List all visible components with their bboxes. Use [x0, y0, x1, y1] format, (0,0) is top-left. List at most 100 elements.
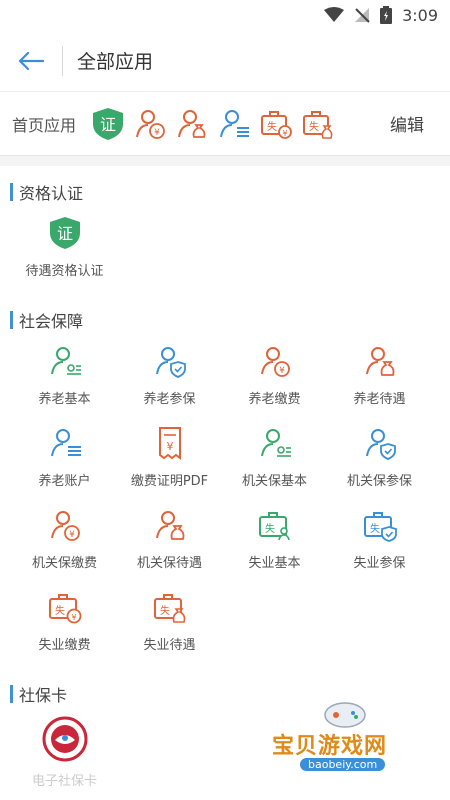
app-grid: 养老基本 养老参保 ¥ 养老缴费 养老待遇 养老账户 ¥ 缴费证明PDF 机关保… [0, 332, 450, 660]
app-tile-pension-pay[interactable]: ¥ 养老缴费 [222, 332, 327, 414]
back-arrow-icon [18, 51, 44, 70]
watermark-url: baobeiy.com [300, 758, 386, 771]
status-bar: 3:09 [0, 0, 450, 30]
clock: 3:09 [402, 5, 438, 25]
app-tile-agency-basic[interactable]: 机关保基本 [222, 414, 327, 496]
app-tile-label: 失业待遇 [143, 638, 196, 653]
wifi-icon [324, 7, 345, 22]
svg-text:证: 证 [56, 224, 72, 243]
section-accent-bar [10, 183, 13, 201]
home-app-pension-pay[interactable]: ¥ [132, 106, 168, 142]
svg-text:¥: ¥ [154, 128, 160, 138]
app-tile-label: 养老待遇 [353, 392, 406, 407]
gamepad-logo-icon [324, 702, 366, 728]
no-signal-icon [355, 8, 370, 23]
app-tile-label: 养老账户 [38, 474, 91, 489]
person-basic-icon [260, 429, 291, 457]
home-apps-label: 首页应用 [12, 115, 77, 135]
section-accent-bar [10, 311, 13, 329]
home-app-unemp-pay[interactable]: 失 ¥ [258, 106, 294, 142]
svg-text:失: 失 [265, 522, 275, 535]
app-tile-label: 机关保参保 [346, 474, 412, 489]
home-app-cert[interactable]: 证 [90, 106, 126, 142]
app-tile-agency-insure[interactable]: 机关保参保 [327, 414, 432, 496]
person-moneybag-icon [365, 347, 394, 376]
home-app-unemp-benefit[interactable]: 失 [300, 106, 336, 142]
person-list-icon [220, 109, 250, 137]
briefcase-moneybag-icon: 失 [153, 594, 185, 623]
app-grid: 电子社保卡 [0, 706, 120, 789]
section-title: 资格认证 [19, 184, 84, 203]
home-app-pension-account[interactable] [216, 106, 252, 142]
watermark-text: 宝贝游戏网 [272, 734, 388, 759]
app-tile-unemp-basic[interactable]: 失 失业基本 [222, 496, 327, 578]
briefcase-shield-icon: 失 [363, 512, 397, 542]
person-shield-icon [365, 429, 396, 460]
briefcase-person-icon: 失 [258, 512, 290, 541]
app-tile-label: 失业缴费 [38, 638, 91, 653]
social-card-emblem-icon [42, 716, 87, 762]
section-title: 社会保障 [19, 312, 84, 331]
edit-button[interactable]: 编辑 [390, 111, 424, 136]
page-title: 全部应用 [77, 51, 154, 73]
section-qualification: 资格认证 证 待遇资格认证 [0, 166, 450, 286]
app-tile-unemp-pay[interactable]: 失 ¥ 失业缴费 [12, 578, 117, 660]
person-yen-icon: ¥ [136, 109, 165, 139]
person-moneybag-icon [178, 109, 206, 138]
svg-text:失: 失 [267, 120, 277, 133]
app-tile-label: 养老基本 [38, 392, 91, 407]
app-bar-divider [62, 45, 63, 76]
app-tile-e-social-card[interactable]: 电子社保卡 [12, 706, 117, 789]
app-tile-agency-pay[interactable]: ¥ 机关保缴费 [12, 496, 117, 578]
app-tile-pension-insure[interactable]: 养老参保 [117, 332, 222, 414]
app-tile-label: 养老参保 [143, 392, 196, 407]
app-tile-label: 机关保待遇 [136, 556, 202, 571]
svg-text:失: 失 [370, 522, 380, 535]
app-tile-pension-basic[interactable]: 养老基本 [12, 332, 117, 414]
app-tile-unemp-benefit[interactable]: 失 失业待遇 [117, 578, 222, 660]
app-tile-benefit-qualification[interactable]: 证 待遇资格认证 [12, 204, 117, 286]
home-app-pension-benefit[interactable] [174, 106, 210, 142]
svg-text:¥: ¥ [282, 129, 287, 138]
svg-text:失: 失 [160, 604, 170, 617]
app-tile-unemp-insure[interactable]: 失 失业参保 [327, 496, 432, 578]
watermark: 宝贝游戏网 baobeiy.com [272, 700, 422, 780]
section-social-security: 社会保障 养老基本 养老参保 ¥ 养老缴费 养老待遇 养老账户 ¥ 缴费证明PD… [0, 286, 450, 660]
app-tile-label: 机关保缴费 [31, 556, 97, 571]
app-tile-label: 失业基本 [248, 556, 301, 571]
app-tile-label: 缴费证明PDF [130, 474, 209, 489]
person-list-icon [50, 429, 81, 457]
app-tile-payment-proof-pdf[interactable]: ¥ 缴费证明PDF [117, 414, 222, 496]
svg-text:¥: ¥ [279, 366, 285, 376]
svg-text:¥: ¥ [69, 530, 75, 540]
section-title: 社保卡 [19, 686, 68, 705]
app-tile-label: 失业参保 [353, 556, 406, 571]
receipt-yen-icon: ¥ [158, 427, 181, 460]
person-basic-icon [50, 347, 81, 375]
cert-shield-icon: 证 [93, 107, 124, 140]
person-moneybag-icon [155, 511, 184, 540]
back-button[interactable] [0, 30, 62, 92]
battery-icon [380, 6, 393, 24]
app-grid: 证 待遇资格认证 [0, 204, 120, 286]
home-apps-icons: 证 ¥ 失 ¥ 失 [90, 106, 390, 142]
app-tile-label: 电子社保卡 [31, 774, 97, 789]
briefcase-yen-icon: 失¥ [48, 594, 81, 624]
person-shield-icon [155, 347, 186, 378]
svg-text:证: 证 [100, 115, 116, 134]
svg-text:¥: ¥ [71, 613, 76, 622]
section-header: 社会保障 [0, 308, 450, 332]
app-tile-pension-benefit[interactable]: 养老待遇 [327, 332, 432, 414]
person-yen-icon: ¥ [260, 347, 290, 377]
app-bar: 全部应用 [0, 30, 450, 92]
app-tile-pension-account[interactable]: 养老账户 [12, 414, 117, 496]
briefcase-moneybag-icon: 失 [303, 110, 333, 139]
app-tile-agency-benefit[interactable]: 机关保待遇 [117, 496, 222, 578]
section-header: 资格认证 [0, 180, 450, 204]
app-tile-label: 机关保基本 [241, 474, 307, 489]
cert-shield-icon: 证 [49, 217, 80, 249]
section-accent-bar [10, 685, 13, 703]
person-yen-icon: ¥ [50, 511, 80, 541]
app-tile-label: 养老缴费 [248, 392, 301, 407]
svg-text:失: 失 [55, 604, 65, 617]
